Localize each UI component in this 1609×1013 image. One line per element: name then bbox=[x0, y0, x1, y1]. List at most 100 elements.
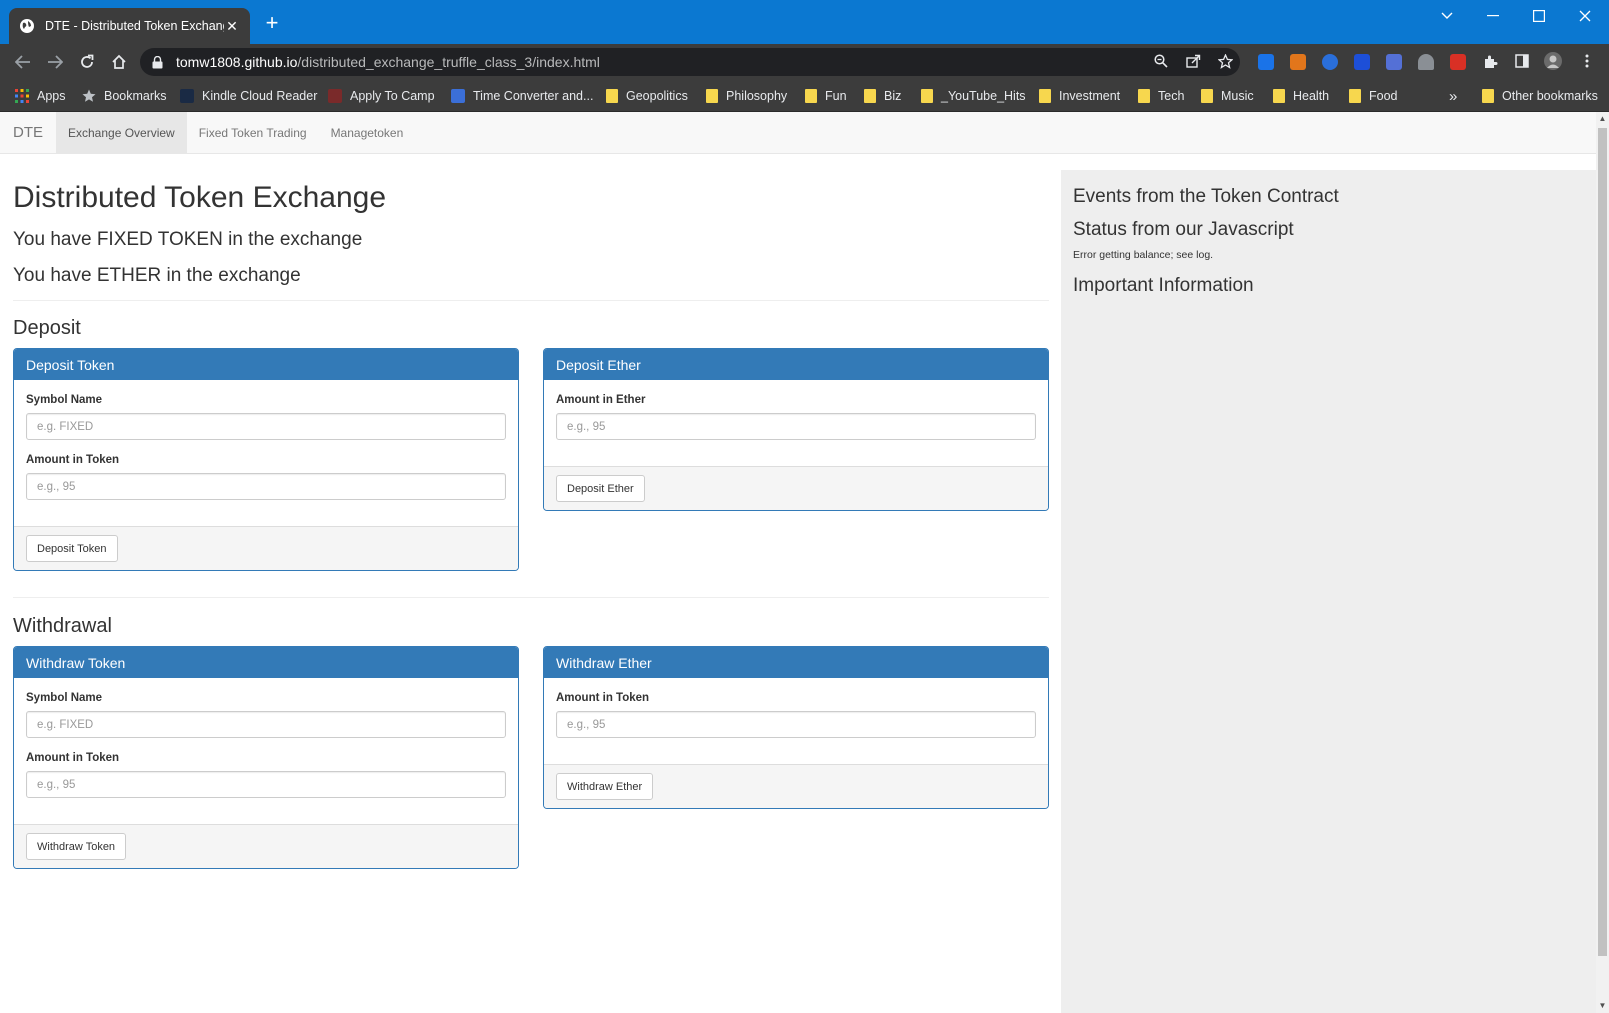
tab-close-icon[interactable]: ✕ bbox=[224, 18, 240, 34]
extension-arc-icon[interactable] bbox=[1418, 54, 1434, 70]
profile-avatar[interactable] bbox=[1542, 50, 1564, 72]
deposit-token-panel: Deposit Token Symbol Name Amount in Toke… bbox=[13, 348, 519, 571]
deposit-token-symbol-input[interactable] bbox=[26, 413, 506, 440]
bookmark-folder-philosophy[interactable]: Philosophy bbox=[706, 86, 787, 106]
withdraw-ether-panel: Withdraw Ether Amount in Token Withdraw … bbox=[543, 646, 1049, 809]
star-bookmark-icon[interactable] bbox=[1214, 50, 1236, 72]
folder-icon bbox=[1482, 89, 1494, 103]
deposit-token-button[interactable]: Deposit Token bbox=[26, 535, 118, 562]
maximize-icon[interactable] bbox=[1516, 0, 1562, 32]
menu-kebab-icon[interactable] bbox=[1576, 50, 1598, 72]
events-title: Events from the Token Contract bbox=[1073, 186, 1339, 207]
panel-heading: Deposit Ether bbox=[544, 349, 1048, 380]
zoom-icon[interactable] bbox=[1150, 50, 1172, 72]
bookmark-time-converter[interactable]: Time Converter and... bbox=[451, 86, 593, 106]
bookmark-kindle[interactable]: Kindle Cloud Reader bbox=[180, 86, 317, 106]
divider bbox=[13, 597, 1049, 598]
time-icon bbox=[451, 89, 465, 103]
extensions-puzzle-icon[interactable] bbox=[1479, 50, 1501, 72]
bookmark-folder-youtube-hits[interactable]: _YouTube_Hits bbox=[921, 86, 1026, 106]
bookmark-label: Apps bbox=[37, 89, 66, 103]
nav-link-managetoken[interactable]: Managetoken bbox=[319, 112, 416, 153]
withdraw-token-symbol-input[interactable] bbox=[26, 711, 506, 738]
navbar-brand[interactable]: DTE bbox=[0, 112, 56, 153]
nav-link-fixed-token-trading[interactable]: Fixed Token Trading bbox=[187, 112, 319, 153]
panel-footer: Deposit Ether bbox=[544, 466, 1048, 510]
folder-icon bbox=[706, 89, 718, 103]
page-scrollbar[interactable]: ▲ ▼ bbox=[1596, 112, 1609, 1013]
bookmark-bookmarks[interactable]: Bookmarks bbox=[82, 86, 167, 106]
bookmark-label: Apply To Camp bbox=[350, 89, 435, 103]
browser-tab-active[interactable]: DTE - Distributed Token Exchange ✕ bbox=[9, 8, 250, 44]
bookmark-label: Geopolitics bbox=[626, 89, 688, 103]
forward-arrow-icon[interactable] bbox=[42, 50, 68, 74]
close-window-icon[interactable] bbox=[1562, 0, 1608, 32]
ether-balance-text: You have ETHER in the exchange bbox=[13, 265, 301, 286]
share-icon[interactable] bbox=[1182, 50, 1204, 72]
bookmark-label: Bookmarks bbox=[104, 89, 167, 103]
scrollbar-thumb[interactable] bbox=[1598, 128, 1607, 956]
withdraw-token-amount-input[interactable] bbox=[26, 771, 506, 798]
amount-label: Amount in Ether bbox=[556, 394, 646, 406]
extension-lastpass-icon[interactable] bbox=[1450, 54, 1466, 70]
bookmarks-overflow-chevron-icon[interactable]: » bbox=[1449, 86, 1457, 106]
amount-label: Amount in Token bbox=[26, 454, 120, 466]
url-host: tomw1808.github.io bbox=[176, 54, 298, 70]
panel-footer: Withdraw Token bbox=[14, 824, 518, 868]
bookmark-label: Health bbox=[1293, 89, 1330, 103]
deposit-section-title: Deposit bbox=[13, 317, 81, 339]
panel-body: Symbol Name Amount in Token bbox=[14, 678, 518, 824]
deposit-token-amount-input[interactable] bbox=[26, 473, 506, 500]
back-arrow-icon[interactable] bbox=[10, 50, 36, 74]
home-icon[interactable] bbox=[106, 50, 132, 74]
bookmark-folder-music[interactable]: Music bbox=[1201, 86, 1254, 106]
bookmark-folder-investment[interactable]: Investment bbox=[1039, 86, 1120, 106]
folder-icon bbox=[1138, 89, 1150, 103]
bookmark-other-bookmarks[interactable]: Other bookmarks bbox=[1482, 86, 1598, 106]
panel-heading: Withdraw Token bbox=[14, 647, 518, 678]
withdraw-ether-amount-input[interactable] bbox=[556, 711, 1036, 738]
withdraw-token-button[interactable]: Withdraw Token bbox=[26, 833, 127, 860]
camp-icon bbox=[328, 89, 342, 103]
bookmark-folder-biz[interactable]: Biz bbox=[864, 86, 901, 106]
status-title: Status from our Javascript bbox=[1073, 219, 1294, 240]
bookmark-folder-geopolitics[interactable]: Geopolitics bbox=[606, 86, 688, 106]
extension-reader-icon[interactable] bbox=[1386, 54, 1402, 70]
extension-cloud-icon[interactable] bbox=[1258, 54, 1274, 70]
folder-icon bbox=[1201, 89, 1213, 103]
scroll-up-arrow-icon[interactable]: ▲ bbox=[1596, 112, 1609, 126]
browser-titlebar: DTE - Distributed Token Exchange ✕ + bbox=[0, 0, 1609, 44]
bookmark-folder-health[interactable]: Health bbox=[1273, 86, 1329, 106]
side-panel-icon[interactable] bbox=[1511, 50, 1533, 72]
token-balance-text: You have FIXED TOKEN in the exchange bbox=[13, 229, 363, 250]
bookmark-label: Investment bbox=[1059, 89, 1121, 103]
deposit-ether-amount-input[interactable] bbox=[556, 413, 1036, 440]
reload-icon[interactable] bbox=[74, 50, 100, 74]
symbol-name-label: Symbol Name bbox=[26, 394, 103, 406]
lock-icon[interactable] bbox=[152, 55, 166, 69]
nav-link-exchange-overview[interactable]: Exchange Overview bbox=[56, 112, 187, 153]
important-info-title: Important Information bbox=[1073, 275, 1254, 296]
address-bar[interactable]: tomw1808.github.io/distributed_exchange_… bbox=[140, 48, 1240, 76]
bookmark-apps[interactable]: Apps bbox=[15, 86, 66, 106]
bookmark-label: Tech bbox=[1158, 89, 1185, 103]
amount-label: Amount in Token bbox=[26, 752, 120, 764]
bookmark-folder-fun[interactable]: Fun bbox=[805, 86, 847, 106]
new-tab-plus-icon[interactable]: + bbox=[262, 12, 282, 34]
extension-n-icon[interactable] bbox=[1354, 54, 1370, 70]
deposit-ether-button[interactable]: Deposit Ether bbox=[556, 475, 645, 502]
bookmark-apply-to-camp[interactable]: Apply To Camp bbox=[328, 86, 435, 106]
withdraw-ether-button[interactable]: Withdraw Ether bbox=[556, 773, 654, 800]
symbol-name-label: Symbol Name bbox=[26, 692, 103, 704]
bookmark-label: Music bbox=[1221, 89, 1254, 103]
bookmark-folder-food[interactable]: Food bbox=[1349, 86, 1398, 106]
extension-circle-icon[interactable] bbox=[1322, 54, 1338, 70]
panel-footer: Deposit Token bbox=[14, 526, 518, 570]
panel-heading: Deposit Token bbox=[14, 349, 518, 380]
metamask-fox-icon[interactable] bbox=[1290, 54, 1306, 70]
minimize-icon[interactable] bbox=[1470, 0, 1516, 32]
tab-search-chevron-icon[interactable] bbox=[1424, 0, 1470, 32]
scroll-down-arrow-icon[interactable]: ▼ bbox=[1596, 999, 1609, 1013]
bookmark-folder-tech[interactable]: Tech bbox=[1138, 86, 1184, 106]
page-viewport: DTE Exchange Overview Fixed Token Tradin… bbox=[0, 112, 1596, 1013]
